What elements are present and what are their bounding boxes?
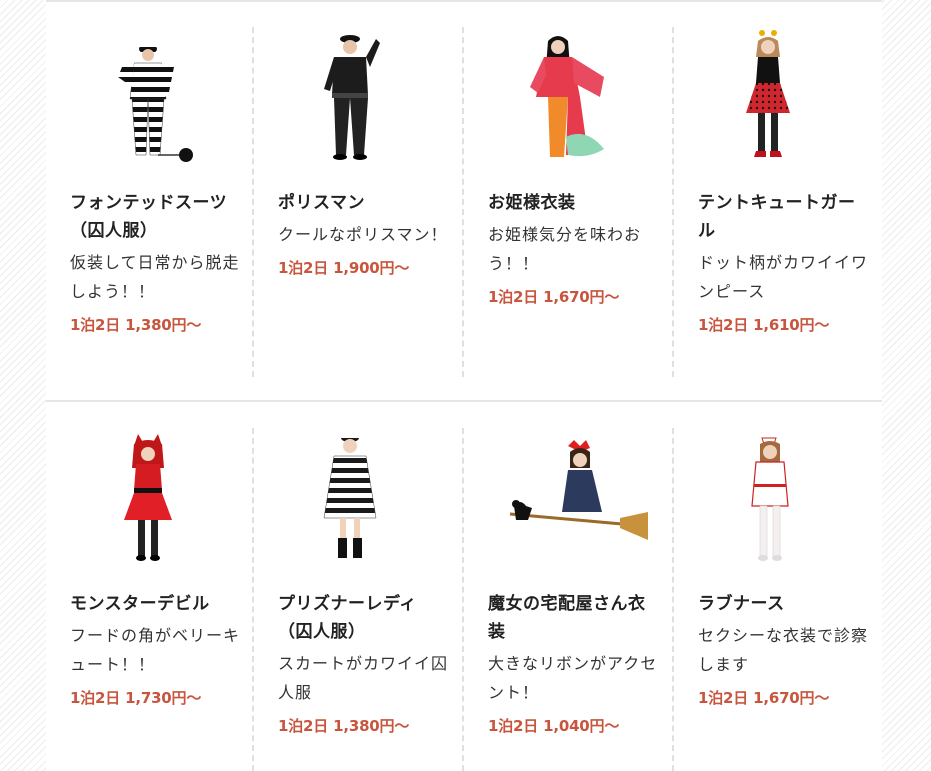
product-description: ドット柄がカワイイワンピース: [698, 253, 869, 301]
product-price: 1泊2日 1,900円～: [278, 259, 410, 277]
product-name[interactable]: プリズナーレディ（囚人服）: [278, 590, 448, 646]
product-name[interactable]: モンスターデビル: [70, 590, 242, 618]
product-description: フードの角がベリーキュート！！: [70, 626, 241, 674]
product-card[interactable]: テントキュートガール ドット柄がカワイイワンピース 1泊2日 1,610円～: [672, 27, 882, 377]
row-divider: [46, 400, 882, 402]
product-name[interactable]: ラブナース: [698, 590, 868, 618]
product-price: 1泊2日 1,610円～: [698, 316, 830, 334]
polka-dot-dress-icon[interactable]: [718, 27, 858, 167]
product-name[interactable]: ポリスマン: [278, 189, 448, 217]
red-devil-dress-icon[interactable]: [98, 428, 238, 568]
product-name[interactable]: フォンテッドスーツ（囚人服）: [70, 189, 242, 245]
product-name[interactable]: お姫様衣装: [488, 189, 658, 217]
police-costume-icon[interactable]: [298, 27, 438, 167]
product-card[interactable]: お姫様衣装 お姫様気分を味わおう！！ 1泊2日 1,670円～: [462, 27, 672, 377]
top-divider: [46, 0, 882, 2]
product-description: お姫様気分を味わおう！！: [488, 225, 642, 273]
product-price: 1泊2日 1,670円～: [488, 288, 620, 306]
product-price: 1泊2日 1,040円～: [488, 717, 620, 735]
product-price: 1泊2日 1,670円～: [698, 689, 830, 707]
product-card[interactable]: プリズナーレディ（囚人服） スカートがカワイイ囚人服 1泊2日 1,380円～: [252, 428, 462, 771]
nurse-costume-icon[interactable]: [718, 428, 858, 568]
product-description: クールなポリスマン！: [278, 225, 448, 244]
product-description: セクシーな衣装で診察します: [698, 626, 869, 674]
product-card[interactable]: モンスターデビル フードの角がベリーキュート！！ 1泊2日 1,730円～: [46, 428, 256, 771]
product-card[interactable]: フォンテッドスーツ（囚人服） 仮装して日常から脱走しよう！！ 1泊2日 1,38…: [46, 27, 256, 377]
striped-prisoner-suit-icon[interactable]: [98, 27, 238, 167]
product-price: 1泊2日 1,380円～: [278, 717, 410, 735]
product-card[interactable]: 魔女の宅配屋さん衣装 大きなリボンがアクセント！ 1泊2日 1,040円～: [462, 428, 672, 771]
product-price: 1泊2日 1,730円～: [70, 689, 202, 707]
product-description: スカートがカワイイ囚人服: [278, 654, 449, 702]
product-description: 大きなリボンがアクセント！: [488, 654, 658, 702]
product-card[interactable]: ラブナース セクシーな衣装で診察します 1泊2日 1,670円～: [672, 428, 882, 771]
striped-prisoner-dress-icon[interactable]: [298, 428, 438, 568]
product-name[interactable]: 魔女の宅配屋さん衣装: [488, 590, 658, 646]
witch-on-broom-icon[interactable]: [502, 428, 648, 568]
product-description: 仮装して日常から脱走しよう！！: [70, 253, 240, 301]
princess-kimono-icon[interactable]: [508, 27, 648, 167]
product-name[interactable]: テントキュートガール: [698, 189, 868, 245]
product-card[interactable]: ポリスマン クールなポリスマン！ 1泊2日 1,900円～: [252, 27, 462, 377]
product-price: 1泊2日 1,380円～: [70, 316, 202, 334]
